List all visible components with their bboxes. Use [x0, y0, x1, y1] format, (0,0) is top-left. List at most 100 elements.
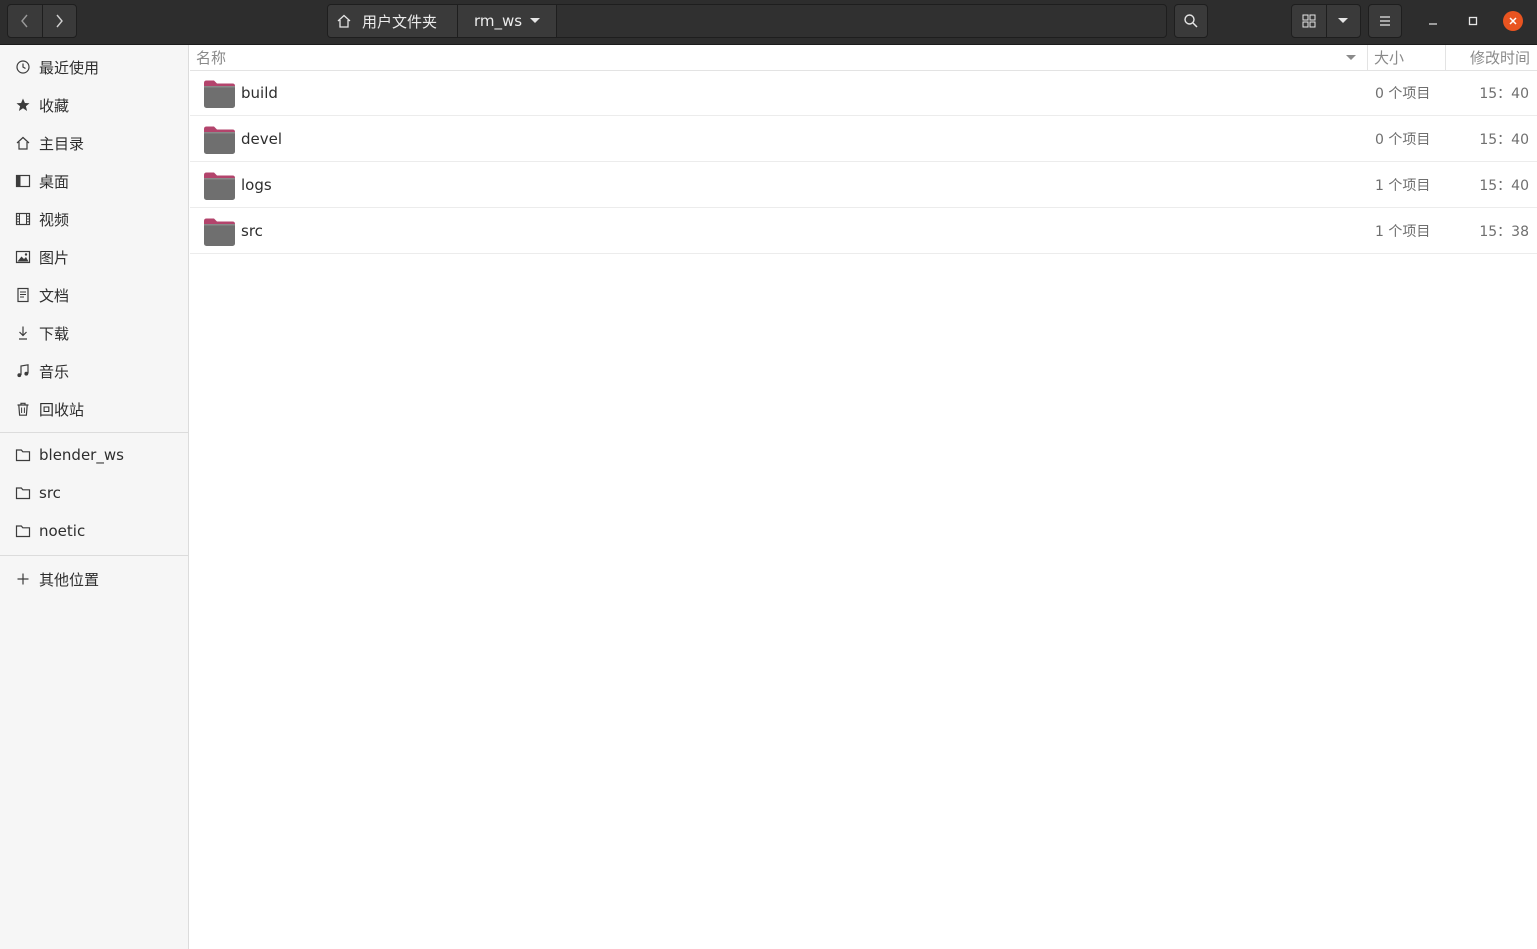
grid-icon	[1302, 14, 1316, 28]
sidebar-item-label: 桌面	[39, 172, 70, 191]
menu-button[interactable]	[1368, 4, 1402, 38]
sidebar-item-documents[interactable]: 文档	[0, 276, 188, 314]
path-bar: 用户文件夹 rm_ws	[327, 4, 1167, 38]
file-size: 1 个项目	[1375, 224, 1431, 240]
sort-descending-icon	[1346, 54, 1356, 60]
sidebar-item-label: blender_ws	[39, 446, 124, 464]
sidebar-item-label: 下载	[39, 324, 70, 343]
file-row-build[interactable]: build 0 个项目 15：40	[190, 70, 1537, 116]
folder-icon	[204, 126, 235, 154]
breadcrumb-home-label: 用户文件夹	[362, 12, 438, 31]
sidebar-item-starred[interactable]: 收藏	[0, 86, 188, 124]
dropdown-arrow-icon	[530, 18, 540, 23]
sidebar-item-label: 最近使用	[39, 58, 100, 77]
navigation-buttons	[7, 4, 77, 38]
home-icon	[337, 14, 351, 28]
sidebar-item-label: noetic	[39, 522, 86, 540]
sidebar-item-recent[interactable]: 最近使用	[0, 48, 188, 86]
close-button[interactable]	[1503, 11, 1523, 31]
search-icon	[1184, 14, 1198, 28]
download-icon	[15, 325, 31, 341]
sidebar-item-noetic[interactable]: noetic	[0, 512, 188, 550]
file-size: 0 个项目	[1375, 132, 1431, 148]
home-icon	[15, 135, 31, 151]
sidebar-item-videos[interactable]: 视频	[0, 200, 188, 238]
music-icon	[15, 363, 31, 379]
sidebar-item-label: src	[39, 484, 61, 502]
sidebar-item-pictures[interactable]: 图片	[0, 238, 188, 276]
clock-icon	[15, 59, 31, 75]
file-row-src[interactable]: src 1 个项目 15：38	[190, 208, 1537, 254]
sidebar-item-label: 主目录	[39, 134, 85, 153]
maximize-icon	[1468, 16, 1478, 26]
folder-icon	[15, 523, 31, 539]
sidebar-item-label: 视频	[39, 210, 70, 229]
file-modified: 15：38	[1479, 224, 1529, 240]
view-options-button[interactable]	[1325, 5, 1361, 37]
file-modified: 15：40	[1479, 86, 1529, 102]
sidebar-divider	[0, 555, 189, 556]
sidebar-item-blender-ws[interactable]: blender_ws	[0, 436, 188, 474]
back-button[interactable]	[8, 5, 42, 37]
sidebar-item-src[interactable]: src	[0, 474, 188, 512]
sidebar: 最近使用 收藏 主目录 桌面 视频 图片 文档 下载 音乐 回收站 blende…	[0, 45, 189, 949]
folder-icon	[204, 80, 235, 108]
folder-icon	[15, 447, 31, 463]
file-row-devel[interactable]: devel 0 个项目 15：40	[190, 116, 1537, 162]
sort-indicator[interactable]	[1346, 45, 1356, 70]
forward-button[interactable]	[41, 5, 77, 37]
breadcrumb-current[interactable]: rm_ws	[458, 5, 557, 37]
file-list-view: 名称 大小 修改时间 build 0 个项目 15：40 devel 0 个项目…	[190, 45, 1537, 949]
column-header-bar: 名称 大小 修改时间	[190, 45, 1537, 71]
file-row-logs[interactable]: logs 1 个项目 15：40	[190, 162, 1537, 208]
file-modified: 15：40	[1479, 132, 1529, 148]
trash-icon	[15, 401, 31, 417]
sidebar-divider	[0, 432, 189, 433]
folder-icon	[15, 485, 31, 501]
column-divider	[1367, 45, 1368, 70]
image-icon	[15, 249, 31, 265]
sidebar-item-trash[interactable]: 回收站	[0, 390, 188, 428]
sidebar-item-label: 其他位置	[39, 570, 100, 589]
header-bar: 用户文件夹 rm_ws	[0, 0, 1537, 45]
minimize-button[interactable]	[1421, 9, 1445, 33]
chevron-right-icon	[56, 14, 64, 28]
file-modified: 15：40	[1479, 178, 1529, 194]
document-icon	[15, 287, 31, 303]
sidebar-item-downloads[interactable]: 下载	[0, 314, 188, 352]
sidebar-item-home[interactable]: 主目录	[0, 124, 188, 162]
folder-icon	[204, 172, 235, 200]
file-name: src	[241, 221, 263, 240]
sidebar-item-label: 音乐	[39, 362, 70, 381]
breadcrumb-home[interactable]: 用户文件夹	[328, 5, 458, 37]
plus-icon	[15, 571, 31, 587]
chevron-down-icon	[1338, 18, 1349, 23]
file-size: 0 个项目	[1375, 86, 1431, 102]
sidebar-item-desktop[interactable]: 桌面	[0, 162, 188, 200]
sidebar-item-label: 回收站	[39, 400, 85, 419]
sidebar-item-label: 收藏	[39, 96, 70, 115]
sidebar-item-other-locations[interactable]: 其他位置	[0, 560, 188, 598]
file-name: build	[241, 83, 278, 102]
file-name: devel	[241, 129, 283, 148]
chevron-left-icon	[20, 14, 28, 28]
grid-view-button[interactable]	[1292, 5, 1326, 37]
hamburger-menu-icon	[1380, 16, 1390, 26]
folder-icon	[204, 218, 235, 246]
breadcrumb-current-label: rm_ws	[474, 12, 523, 30]
column-divider	[1445, 45, 1446, 70]
sidebar-item-music[interactable]: 音乐	[0, 352, 188, 390]
view-toggle-group	[1291, 4, 1361, 38]
file-size: 1 个项目	[1375, 178, 1431, 194]
minimize-icon	[1429, 23, 1437, 25]
column-header-name[interactable]: 名称	[196, 45, 226, 70]
column-header-size[interactable]: 大小	[1374, 45, 1404, 70]
file-name: logs	[241, 175, 272, 194]
close-icon	[1509, 17, 1517, 25]
desktop-icon	[15, 173, 31, 189]
search-button[interactable]	[1174, 4, 1208, 38]
sidebar-item-label: 图片	[39, 248, 70, 267]
star-icon	[15, 97, 31, 113]
column-header-modified[interactable]: 修改时间	[1470, 45, 1530, 70]
maximize-button[interactable]	[1461, 9, 1485, 33]
